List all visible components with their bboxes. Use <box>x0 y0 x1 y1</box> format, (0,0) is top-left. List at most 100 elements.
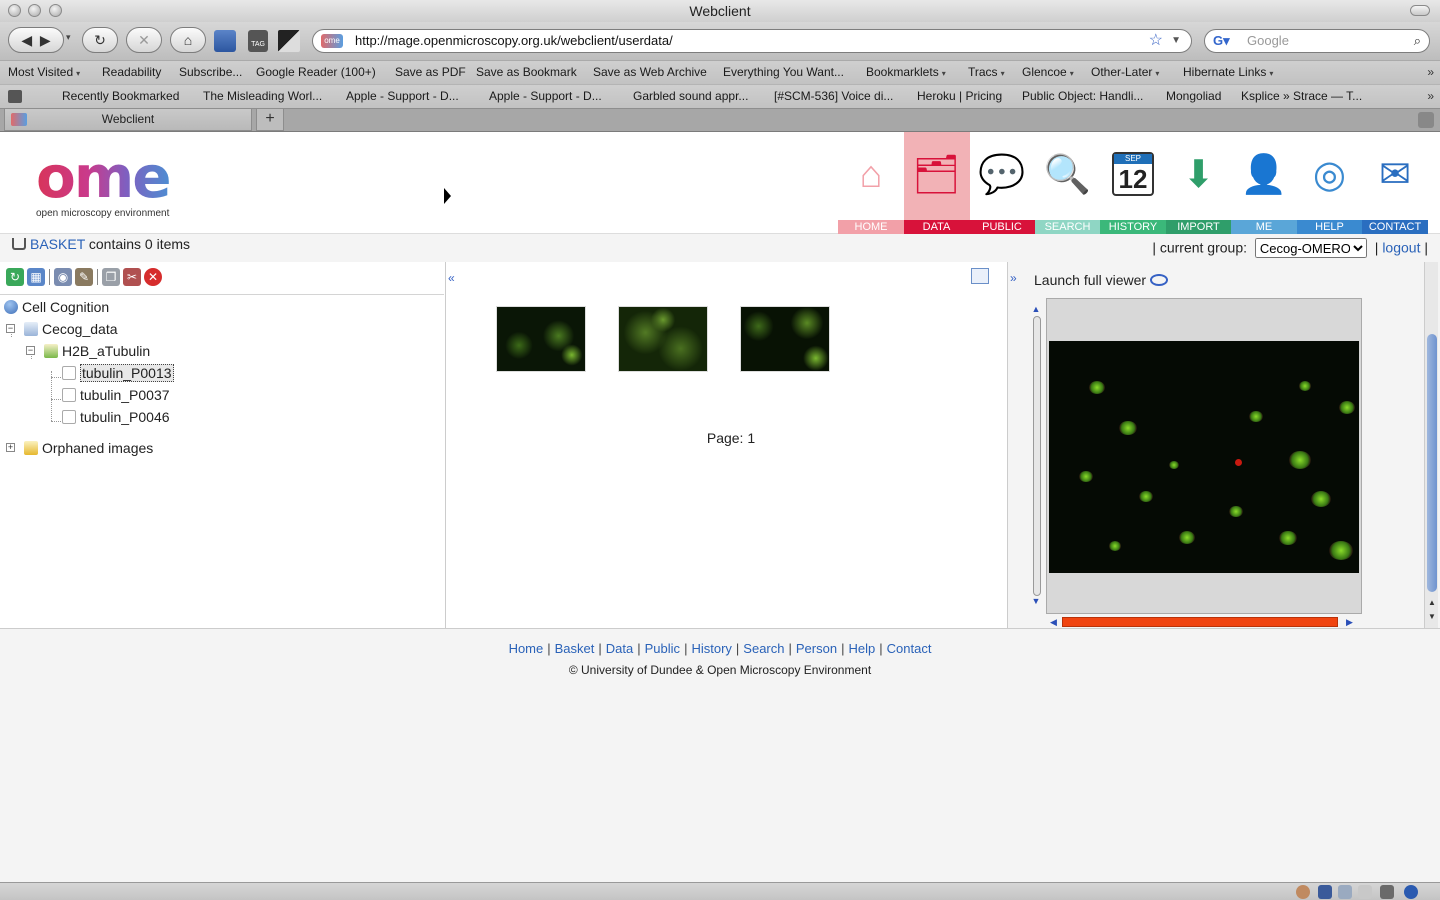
tree-image-label-selected[interactable]: tubulin_P0013 <box>80 364 174 382</box>
footer-link-public[interactable]: Public <box>645 641 680 656</box>
bookmark-label[interactable]: Readability <box>102 65 161 79</box>
close-window-button[interactable] <box>8 4 21 17</box>
footer-link-person[interactable]: Person <box>796 641 837 656</box>
bookmark-label[interactable]: Other-Later <box>1091 65 1152 79</box>
footer-link-basket[interactable]: Basket <box>555 641 595 656</box>
history-dropdown-icon[interactable]: ▾ <box>66 32 71 43</box>
footer-link-home[interactable]: Home <box>509 641 544 656</box>
view-icon[interactable]: ◉ <box>54 268 72 286</box>
addon-status-icon[interactable] <box>1296 885 1310 899</box>
tree-image-node[interactable]: tubulin_P0037 <box>62 385 170 405</box>
me-icon[interactable]: 👤 <box>1239 150 1289 200</box>
tree-dataset-label[interactable]: H2B_aTubulin <box>62 343 150 359</box>
thumbnail-image[interactable] <box>618 306 708 372</box>
search-go-icon[interactable]: ⌕ <box>1414 30 1421 52</box>
nav-home[interactable]: ⌂ HOME <box>838 132 904 234</box>
bookmark-item[interactable]: Save as PDF <box>395 61 466 84</box>
bookmark-label[interactable]: Most Visited <box>8 65 73 79</box>
recent-bookmark-item[interactable]: The Misleading Worl... <box>203 85 322 108</box>
import-icon[interactable]: ⬇ <box>1174 150 1224 200</box>
skype-status-icon[interactable] <box>1404 885 1418 899</box>
t-slider-track[interactable] <box>1062 617 1338 627</box>
tree-project-node[interactable]: − Cecog_data <box>4 319 118 339</box>
recent-bookmark-item[interactable]: Ksplice » Strace — T... <box>1241 85 1362 108</box>
bookmark-label[interactable]: Subscribe... <box>179 65 242 79</box>
bookmarks-menu-icon[interactable] <box>8 90 22 103</box>
bookmark-label[interactable]: Hibernate Links <box>1183 65 1266 79</box>
bookmark-label[interactable]: Tracs <box>968 65 998 79</box>
tree-image-label[interactable]: tubulin_P0037 <box>80 387 170 403</box>
tree-orphaned-node[interactable]: + Orphaned images <box>4 438 153 458</box>
bookmark-item[interactable]: Save as Web Archive <box>593 61 707 84</box>
gear-status-icon[interactable] <box>1380 885 1394 899</box>
nav-history[interactable]: SEP 12 HISTORY <box>1100 132 1166 234</box>
back-forward-buttons[interactable]: ◀ ▶ <box>8 27 64 53</box>
footer-link-search[interactable]: Search <box>743 641 784 656</box>
bookmark-item[interactable]: Subscribe... <box>179 61 242 84</box>
data-icon[interactable]: 🗂 <box>912 150 962 200</box>
screenshot-addon-icon[interactable] <box>278 30 300 52</box>
bookmark-item[interactable]: Google Reader (100+) <box>256 61 376 84</box>
search-bar[interactable]: G▾ Google ⌕ <box>1204 29 1430 53</box>
nav-label[interactable]: PUBLIC <box>969 220 1035 234</box>
dropdown-caret-icon[interactable]: ▾ <box>1155 69 1159 78</box>
t-prev-icon[interactable]: ◀ <box>1050 616 1057 628</box>
tab-list-icon[interactable] <box>1418 112 1434 128</box>
scroll-up-icon[interactable]: ▲ <box>1425 598 1439 608</box>
url-text[interactable]: http://mage.openmicroscopy.org.uk/webcli… <box>355 30 673 52</box>
basket-link[interactable]: BASKET <box>30 236 85 252</box>
recent-bookmark-item[interactable]: Apple - Support - D... <box>346 85 459 108</box>
nav-label[interactable]: ME <box>1231 220 1297 234</box>
nav-label[interactable]: CONTACT <box>1362 220 1428 234</box>
new-tab-button[interactable]: + <box>256 109 284 131</box>
nav-data[interactable]: 🗂 DATA <box>903 132 970 234</box>
google-engine-icon[interactable]: G▾ <box>1213 32 1239 50</box>
tree-image-node[interactable]: tubulin_P0013 <box>62 363 174 383</box>
group-select[interactable]: Cecog-OMERO <box>1254 238 1367 258</box>
addon-status-icon[interactable] <box>1338 885 1352 899</box>
dropdown-caret-icon[interactable]: ▾ <box>1269 69 1273 78</box>
z-slider[interactable]: ▲ ▼ <box>1030 304 1042 606</box>
tree-image-node[interactable]: tubulin_P0046 <box>62 407 170 427</box>
thumbnail-image[interactable] <box>496 306 586 372</box>
z-down-icon[interactable]: ▼ <box>1030 596 1042 606</box>
bookmark-label[interactable]: Save as PDF <box>395 65 466 79</box>
z-up-icon[interactable]: ▲ <box>1030 304 1042 314</box>
tree-root-label[interactable]: Cell Cognition <box>22 299 109 315</box>
addon-status-icon[interactable] <box>1318 885 1332 899</box>
copy-icon[interactable]: ❐ <box>102 268 120 286</box>
launch-viewer-link[interactable]: Launch full viewer <box>1034 272 1169 288</box>
nav-label[interactable]: HOME <box>838 220 904 234</box>
home-button[interactable]: ⌂ <box>170 27 206 53</box>
tree-image-label[interactable]: tubulin_P0046 <box>80 409 170 425</box>
thumbnail-image[interactable] <box>740 306 830 372</box>
footer-link-history[interactable]: History <box>691 641 731 656</box>
dropdown-caret-icon[interactable]: ▾ <box>1070 69 1074 78</box>
tab-webclient[interactable]: Webclient <box>4 109 252 131</box>
reload-button[interactable]: ↻ <box>82 27 118 53</box>
bookmark-star-icon[interactable]: ☆ <box>1149 30 1163 52</box>
more-bookmarks-icon[interactable]: » <box>1427 61 1434 84</box>
recent-bookmark-item[interactable]: Mongoliad <box>1166 85 1221 108</box>
nav-me[interactable]: 👤 ME <box>1231 132 1297 234</box>
recent-bookmark-item[interactable]: Garbled sound appr... <box>633 85 748 108</box>
bookmark-item[interactable]: Tracs ▾ <box>968 61 1005 85</box>
recent-bookmark-item[interactable]: [#SCM-536] Voice di... <box>774 85 893 108</box>
microscopy-image[interactable] <box>1049 341 1359 573</box>
cut-icon[interactable]: ✂ <box>123 268 141 286</box>
scrollbar-thumb[interactable] <box>1427 334 1437 592</box>
search-placeholder[interactable]: Google <box>1247 30 1289 52</box>
table-view-icon[interactable]: ▦ <box>27 268 45 286</box>
image-viewport[interactable] <box>1046 298 1362 614</box>
scroll-down-icon[interactable]: ▼ <box>1425 612 1439 622</box>
nav-import[interactable]: ⬇ IMPORT <box>1165 132 1232 234</box>
back-icon[interactable]: ◀ <box>21 32 32 48</box>
nav-public[interactable]: 💬 PUBLIC <box>969 132 1035 234</box>
collapse-toggle-icon[interactable]: − <box>6 324 15 333</box>
home-icon[interactable]: ⌂ <box>846 150 896 200</box>
layout-toggle-icon[interactable] <box>971 268 989 284</box>
t-slider[interactable]: ◀ ▶ <box>1046 616 1362 628</box>
z-slider-track[interactable] <box>1033 316 1041 596</box>
toolbar-toggle-button[interactable] <box>1410 5 1430 16</box>
recent-bookmark-item[interactable]: Apple - Support - D... <box>489 85 602 108</box>
